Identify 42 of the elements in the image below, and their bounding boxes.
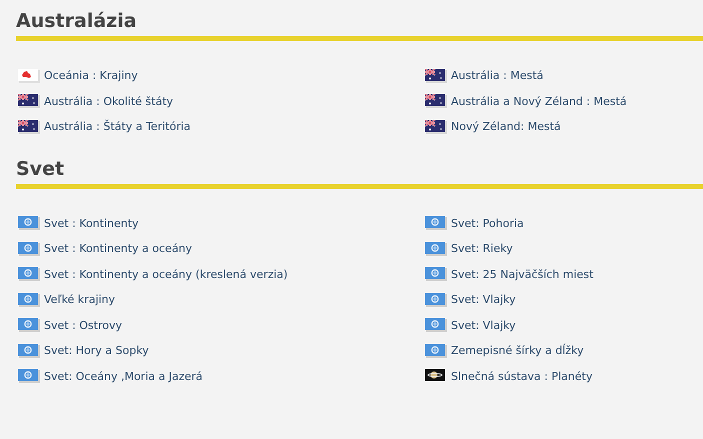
flag-icon xyxy=(425,292,447,307)
map-link[interactable]: Austrália : Okolité štáty xyxy=(44,94,174,108)
flag-icon xyxy=(18,369,40,384)
flag-icon xyxy=(18,216,40,230)
flag-icon xyxy=(425,267,447,282)
flag-icon xyxy=(425,344,447,358)
map-link[interactable]: Oceánia : Krajiny xyxy=(44,69,138,82)
map-link[interactable]: Svet : Kontinenty xyxy=(44,216,139,230)
planet-icon xyxy=(425,369,447,384)
flag-icon xyxy=(18,94,40,108)
flag-icon xyxy=(18,242,40,256)
map-link[interactable]: Svet: Rieky xyxy=(451,242,513,256)
section-heading: Svet xyxy=(16,156,66,182)
map-link[interactable]: Slnečná sústava : Planéty xyxy=(451,370,592,383)
map-link[interactable]: Austrália : Štáty a Teritória xyxy=(44,120,191,134)
flag-icon xyxy=(18,344,40,358)
flag-icon xyxy=(18,318,40,332)
map-link[interactable]: Svet : Kontinenty a oceány xyxy=(44,242,192,256)
flag-icon xyxy=(18,120,40,134)
flag-icon xyxy=(425,216,447,230)
map-link[interactable]: Nový Zéland: Mestá xyxy=(451,120,561,134)
section-heading: Australázia xyxy=(16,9,138,34)
map-link[interactable]: Veľké krajiny xyxy=(44,293,116,306)
map-link[interactable]: Svet: Vlajky xyxy=(451,318,516,332)
map-link[interactable]: Svet: Pohoria xyxy=(451,216,524,230)
map-link[interactable]: Svet: Oceány ,Moria a Jazerá xyxy=(44,370,203,383)
map-link[interactable]: Svet: Vlajky xyxy=(451,293,516,306)
map-link[interactable]: Zemepisné šírky a dĺžky xyxy=(451,344,584,358)
map-link[interactable]: Svet : Kontinenty a oceány (kreslená verzia) xyxy=(44,268,288,281)
flag-icon xyxy=(425,120,447,134)
flag-icon xyxy=(425,242,447,256)
flag-icon xyxy=(18,292,40,307)
flag-icon xyxy=(425,68,447,83)
map-link[interactable]: Svet : Ostrovy xyxy=(44,318,122,332)
map-link[interactable]: Svet: 25 Najväčších miest xyxy=(451,268,594,281)
flag-icon xyxy=(425,318,447,332)
flag-icon xyxy=(425,94,447,108)
flag-icon xyxy=(18,267,40,282)
map-icon xyxy=(18,68,40,83)
map-link[interactable]: Austrália : Mestá xyxy=(451,69,544,82)
map-link[interactable]: Svet: Hory a Sopky xyxy=(44,344,149,358)
map-link[interactable]: Austrália a Nový Zéland : Mestá xyxy=(451,94,627,108)
